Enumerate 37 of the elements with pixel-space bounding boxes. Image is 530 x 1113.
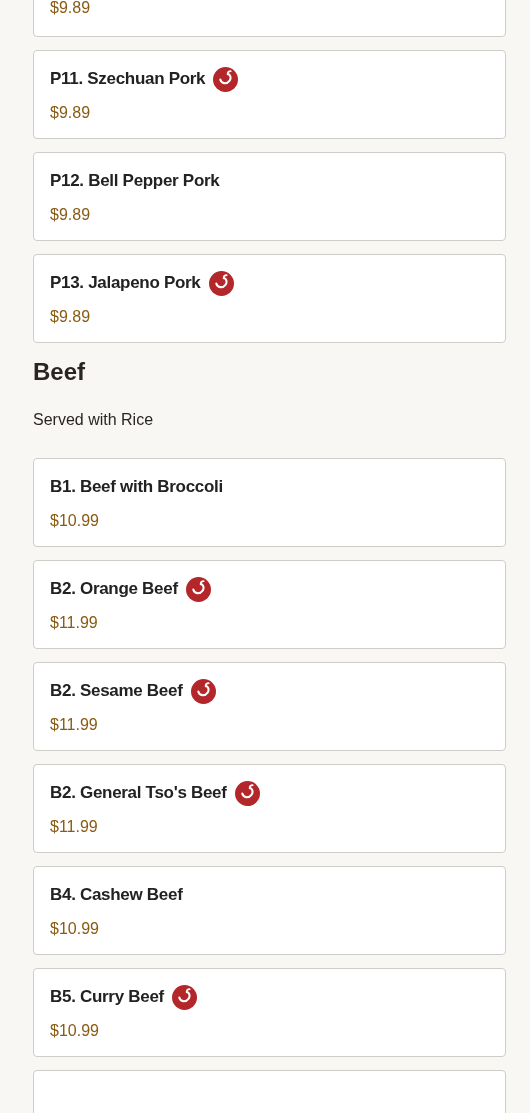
item-name: B4. Cashew Beef <box>50 884 183 906</box>
menu-item-card[interactable]: B4. Cashew Beef $10.99 <box>33 866 506 955</box>
chili-icon <box>208 270 234 296</box>
chili-icon <box>213 66 239 92</box>
item-name: P11. Szechuan Pork <box>50 68 206 90</box>
menu-item-card[interactable]: P13. Jalapeno Pork $9.89 <box>33 254 506 343</box>
menu-item-card[interactable]: $9.89 <box>33 0 506 37</box>
item-name: B2. Orange Beef <box>50 578 178 600</box>
chili-icon <box>234 780 260 806</box>
item-price: $10.99 <box>50 1021 100 1041</box>
chili-icon <box>185 576 211 602</box>
item-name: P12. Bell Pepper Pork <box>50 170 220 192</box>
menu-item-card[interactable]: B2. Sesame Beef $11.99 <box>33 662 506 751</box>
item-price: $10.99 <box>50 919 100 939</box>
item-name: P13. Jalapeno Pork <box>50 272 201 294</box>
menu-item-card[interactable]: P12. Bell Pepper Pork $9.89 <box>33 152 506 241</box>
item-price: $11.99 <box>50 817 99 837</box>
section-heading: Beef <box>33 357 87 387</box>
menu-item-card[interactable]: B1. Beef with Broccoli $10.99 <box>33 458 506 547</box>
menu-item-card[interactable]: B2. Orange Beef $11.99 <box>33 560 506 649</box>
item-price: $10.99 <box>50 511 100 531</box>
chili-icon <box>171 984 197 1010</box>
item-name: B1. Beef with Broccoli <box>50 476 223 498</box>
menu-item-card[interactable]: B5. Curry Beef $10.99 <box>33 968 506 1057</box>
item-price: $9.89 <box>50 103 92 123</box>
item-price: $9.89 <box>50 0 92 18</box>
item-price: $11.99 <box>50 613 99 633</box>
menu-item-card[interactable]: P11. Szechuan Pork $9.89 <box>33 50 506 139</box>
item-name: B2. Sesame Beef <box>50 680 183 702</box>
item-name: B5. Curry Beef <box>50 986 164 1008</box>
item-price: $9.89 <box>50 205 92 225</box>
item-price: $9.89 <box>50 307 92 327</box>
chili-icon <box>190 678 216 704</box>
item-name: B2. General Tso's Beef <box>50 782 227 804</box>
menu-item-card[interactable]: B2. General Tso's Beef $11.99 <box>33 764 506 853</box>
section-subtitle: Served with Rice <box>33 410 155 430</box>
item-price: $11.99 <box>50 715 99 735</box>
